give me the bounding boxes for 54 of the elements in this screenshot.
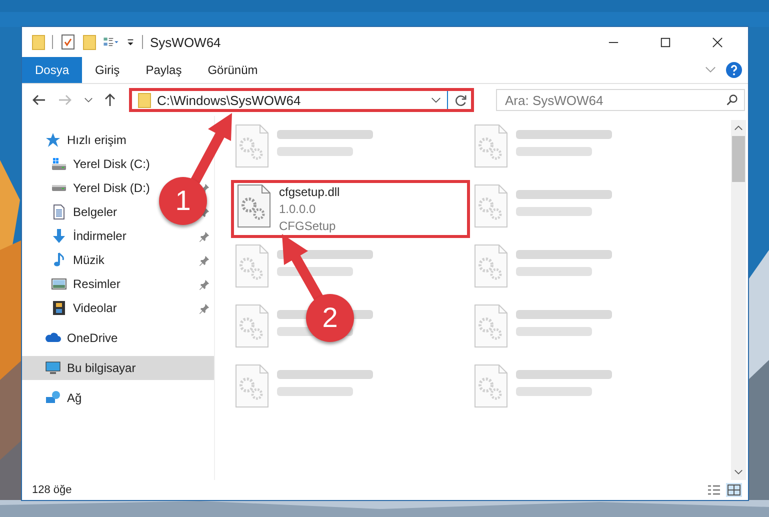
scroll-thumb[interactable] (732, 136, 745, 182)
dropdown-icon[interactable] (126, 38, 135, 46)
tiles-view-icon[interactable] (726, 483, 742, 497)
up-icon[interactable] (103, 93, 117, 107)
nav-item[interactable]: Videolar (51, 300, 117, 316)
file-detail: CFGSetup (279, 218, 337, 235)
help-icon[interactable] (726, 62, 742, 78)
file-detail: 1.0.0.0 (279, 201, 317, 218)
nav-item[interactable]: İndirmeler (51, 228, 126, 244)
nav-item[interactable]: Müzik (51, 252, 104, 268)
ribbon-tab[interactable]: Görünüm (194, 57, 271, 83)
nav-item[interactable]: Belgeler (51, 204, 118, 220)
pin-icon[interactable] (199, 302, 210, 314)
pin-icon[interactable] (199, 230, 210, 242)
details-view-icon[interactable] (706, 483, 722, 497)
nav-item[interactable]: Yerel Disk (C:) (51, 156, 150, 172)
window-title: SysWOW64 (150, 34, 221, 50)
caret-icon[interactable] (84, 97, 93, 103)
scroll-down-icon[interactable] (734, 469, 743, 475)
scrollbar[interactable] (731, 120, 746, 480)
drive-icon (51, 156, 67, 172)
nav-item[interactable]: OneDrive (45, 330, 118, 346)
nav-item[interactable]: Yerel Disk (D:) (51, 180, 150, 196)
maximize-icon[interactable] (660, 36, 671, 48)
refresh-icon[interactable] (454, 94, 467, 106)
nav-item[interactable]: Ağ (45, 390, 82, 406)
search-icon (726, 94, 738, 106)
pin-icon[interactable] (199, 278, 210, 290)
document-icon (51, 204, 67, 220)
search-field[interactable]: Ara: SysWOW64 (496, 89, 745, 111)
pin-icon[interactable] (199, 254, 210, 266)
nav-item[interactable]: Resimler (51, 276, 120, 292)
chevron-icon[interactable] (431, 96, 441, 104)
picture-icon (51, 276, 67, 292)
close-icon[interactable] (712, 36, 723, 48)
item-count: 128 öğe (32, 484, 72, 496)
ribbon-tab[interactable]: Giriş (82, 57, 133, 83)
ribbon-tab[interactable]: Paylaş (132, 57, 195, 83)
film-icon (51, 300, 67, 316)
file-item[interactable]: cfgsetup.dll 1.0.0.0 CFGSetup (231, 180, 470, 238)
ribbon-tab[interactable]: Dosya (22, 57, 82, 83)
star-icon (45, 132, 61, 148)
folder-icon (138, 92, 151, 108)
file-name: cfgsetup.dll (279, 184, 340, 201)
back-icon[interactable] (32, 93, 46, 107)
drive-icon (51, 185, 67, 191)
nav-item[interactable]: Hızlı erişim (45, 132, 126, 148)
properties-icon[interactable] (60, 34, 76, 50)
computer-icon (45, 360, 61, 376)
address-bar[interactable]: C:\Windows\SysWOW64 (129, 88, 474, 112)
music-note-icon (51, 252, 67, 268)
down-arrow-icon (51, 228, 67, 244)
network-icon (45, 390, 61, 406)
scroll-up-icon[interactable] (734, 125, 743, 131)
